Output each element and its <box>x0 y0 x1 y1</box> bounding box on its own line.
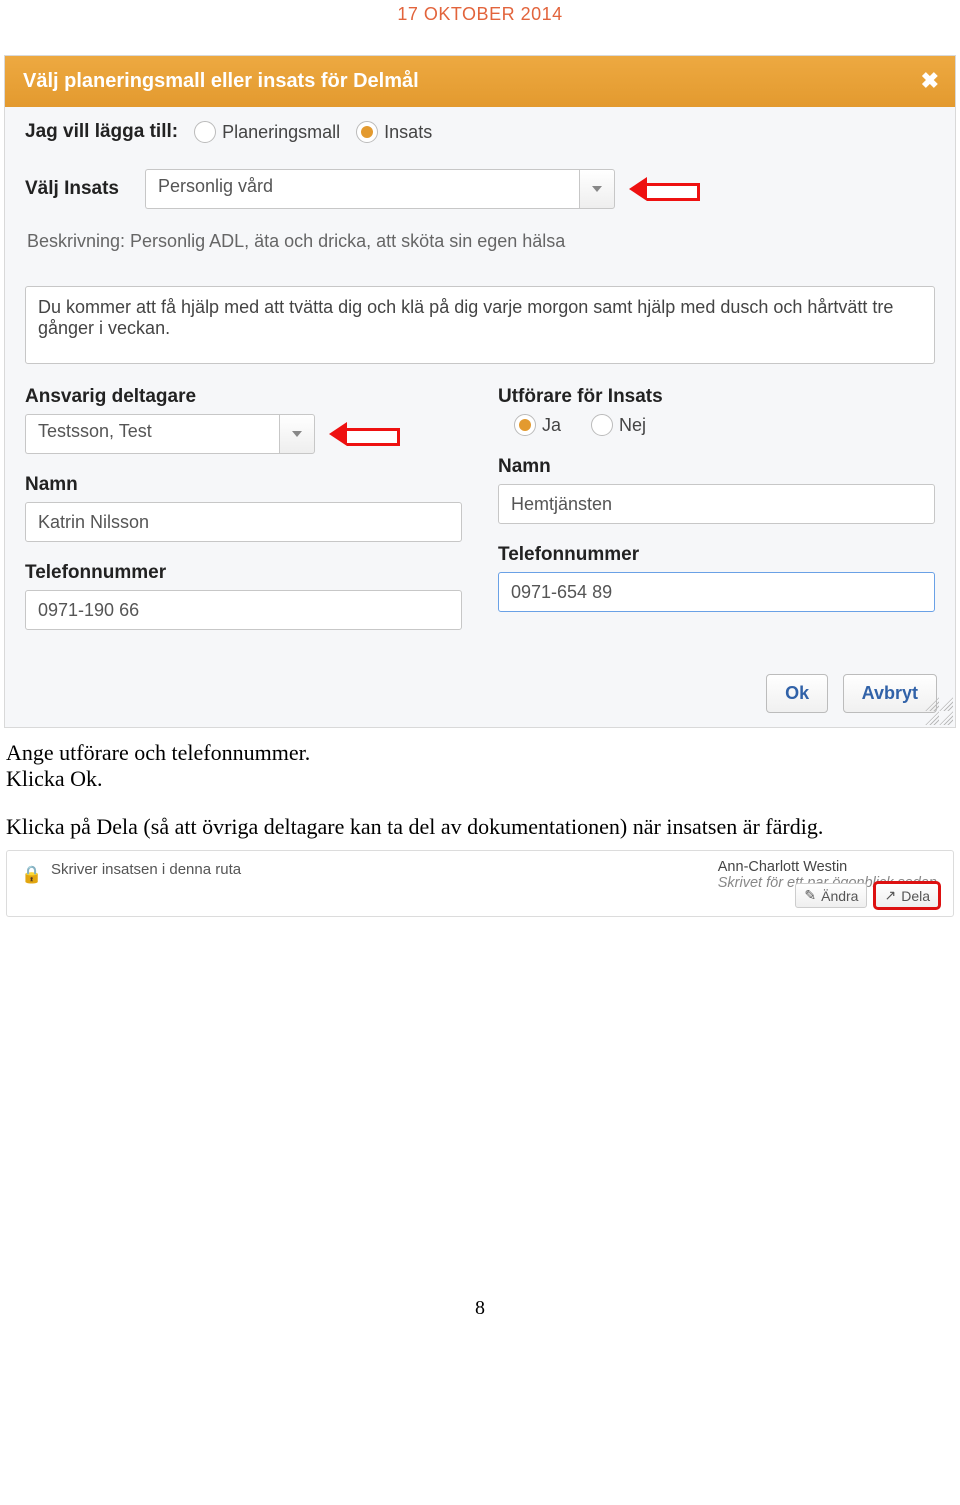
insats-description: Beskrivning: Personlig ADL, äta och dric… <box>25 223 935 252</box>
add-type-label: Jag vill lägga till: <box>25 121 178 143</box>
insats-label: Välj Insats <box>25 178 145 200</box>
radio-no-label: Nej <box>619 415 646 436</box>
note-card: 🔒 Skriver insatsen i denna ruta Ann-Char… <box>6 850 954 917</box>
right-phone-input[interactable] <box>498 572 935 612</box>
radio-performer-no[interactable]: Nej <box>591 414 646 436</box>
left-name-label: Namn <box>25 474 462 496</box>
radio-performer-yes[interactable]: Ja <box>514 414 561 436</box>
dialog: Välj planeringsmall eller insats för Del… <box>4 55 956 728</box>
chevron-down-icon <box>592 186 602 192</box>
right-name-label: Namn <box>498 456 935 478</box>
participant-select-dropdown-button[interactable] <box>279 414 315 454</box>
edit-button-label: Ändra <box>821 888 858 904</box>
details-textarea[interactable]: Du kommer att få hjälp med att tvätta di… <box>25 286 935 364</box>
chevron-down-icon <box>292 431 302 437</box>
radio-dot-icon <box>356 121 378 143</box>
insats-select-input[interactable]: Personlig vård <box>145 169 579 209</box>
radio-dot-icon <box>591 414 613 436</box>
left-phone-label: Telefonnummer <box>25 562 462 584</box>
participant-select-input[interactable]: Testsson, Test <box>25 414 279 454</box>
radio-yes-label: Ja <box>542 415 561 436</box>
dialog-header: Välj planeringsmall eller insats för Del… <box>5 56 955 107</box>
edit-button[interactable]: ✎ Ändra <box>795 883 867 908</box>
callout-arrow-icon <box>329 422 399 446</box>
cancel-button[interactable]: Avbryt <box>843 674 937 713</box>
share-icon: ↗ <box>884 887 896 904</box>
add-type-row: Jag vill lägga till: Planeringsmall Insa… <box>25 121 935 143</box>
radio-insats[interactable]: Insats <box>356 121 432 143</box>
left-phone-input[interactable] <box>25 590 462 630</box>
instruction-line-2: Klicka Ok. <box>6 766 954 792</box>
note-author: Ann-Charlott Westin <box>718 859 937 875</box>
performer-label: Utförare för Insats <box>498 386 935 408</box>
callout-arrow-icon <box>629 177 699 201</box>
right-phone-label: Telefonnummer <box>498 544 935 566</box>
lock-icon: 🔒 <box>21 865 42 885</box>
close-icon[interactable]: ✖ <box>921 68 939 94</box>
radio-dot-icon <box>194 121 216 143</box>
page-number: 8 <box>0 917 960 1330</box>
dialog-body: Jag vill lägga till: Planeringsmall Insa… <box>5 107 955 648</box>
instruction-line-1: Ange utförare och telefonnummer. <box>6 740 954 766</box>
participant-label: Ansvarig deltagare <box>25 386 462 408</box>
dialog-buttons: Ok Avbryt <box>5 648 955 727</box>
share-button-label: Dela <box>901 888 930 904</box>
insats-select-row: Välj Insats Personlig vård <box>25 169 935 209</box>
resize-handle-icon[interactable] <box>939 711 953 725</box>
note-text: Skriver insatsen i denna ruta <box>51 861 241 878</box>
instruction-line-3: Klicka på Dela (så att övriga deltagare … <box>6 814 954 840</box>
ok-button[interactable]: Ok <box>766 674 828 713</box>
dialog-title: Välj planeringsmall eller insats för Del… <box>23 70 419 92</box>
right-name-input[interactable] <box>498 484 935 524</box>
instruction-text: Ange utförare och telefonnummer. Klicka … <box>0 728 960 840</box>
radio-dot-icon <box>514 414 536 436</box>
insats-select-dropdown-button[interactable] <box>579 169 615 209</box>
share-button[interactable]: ↗ Dela <box>875 883 939 908</box>
document-date-header: 17 OKTOBER 2014 <box>0 0 960 55</box>
radio-insats-label: Insats <box>384 122 432 143</box>
radio-planeringsmall-label: Planeringsmall <box>222 122 340 143</box>
pencil-icon: ✎ <box>804 887 816 904</box>
radio-planeringsmall[interactable]: Planeringsmall <box>194 121 340 143</box>
left-name-input[interactable] <box>25 502 462 542</box>
